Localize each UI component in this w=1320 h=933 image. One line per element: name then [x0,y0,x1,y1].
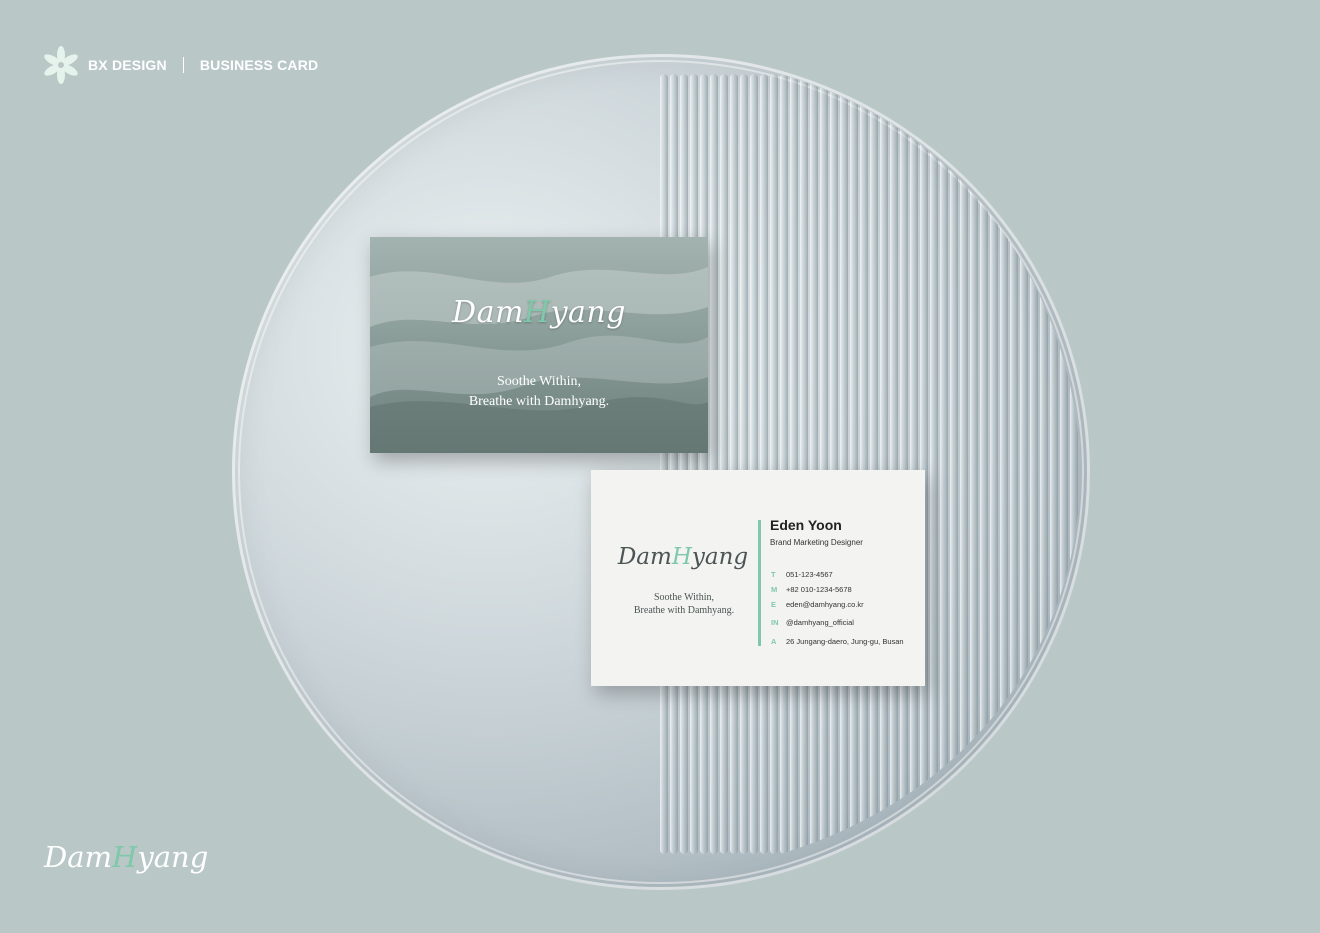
glass-flute [750,74,758,854]
glass-flute [700,74,708,854]
contact-value: @damhyang_official [786,618,854,627]
glass-flute [740,74,748,854]
contact-name: Eden Yoon [770,517,842,533]
logo-text-yang: yang [691,544,749,570]
glass-flute [1040,74,1048,854]
glass-flute [1050,74,1058,854]
glass-flute [690,74,698,854]
glass-flute [1030,74,1038,854]
glass-flute [760,74,768,854]
logo-text-dam: Dam [617,544,672,570]
glass-flute [850,74,858,854]
glass-flute [960,74,968,854]
contact-instagram: IN @damhyang_official [771,618,854,627]
glass-flute [840,74,848,854]
glass-flute [990,74,998,854]
tagline-line-1: Soothe Within, [497,374,581,389]
glass-flute [790,74,798,854]
contact-role: Brand Marketing Designer [770,538,863,547]
tagline-line-1: Soothe Within, [654,592,714,603]
glass-flute [660,74,668,854]
glass-flute [1060,74,1068,854]
contact-value: 051-123-4567 [786,570,833,579]
header-divider [182,57,184,73]
contact-email: E eden@damhyang.co.kr [771,600,864,609]
logo-text-h: H [523,295,551,330]
glass-flute [1010,74,1018,854]
contact-value: eden@damhyang.co.kr [786,600,864,609]
glass-flute [980,74,988,854]
logo-text-yang: yang [550,295,626,330]
contact-key: T [771,570,776,579]
header-label-business-card: BUSINESS CARD [199,57,319,73]
glass-flute [730,74,738,854]
footer-brand-logo: DamHyang [44,840,208,874]
glass-flute [810,74,818,854]
glass-flute [720,74,728,854]
flower-icon [44,46,78,84]
contact-key: A [771,637,777,646]
glass-flute [870,74,878,854]
logo-text-h: H [671,544,692,570]
glass-flute [920,74,928,854]
business-card-back: DamHyang Soothe Within, Breathe with Dam… [591,470,925,686]
glass-flute [820,74,828,854]
glass-flute [1000,74,1008,854]
tagline-line-2: Breathe with Damhyang. [633,605,735,616]
glass-flute [860,74,868,854]
logo-text-dam: Dam [44,840,113,874]
logo-text-dam: Dam [452,295,524,330]
contact-key: M [771,585,778,594]
glass-flute [1070,74,1078,854]
glass-flute [710,74,718,854]
business-card-front: DamHyang Soothe Within, Breathe with Dam… [370,237,708,453]
card-front-tagline: Soothe Within, Breathe with Damhyang. [370,372,708,412]
smoke-texture [370,267,708,453]
tagline-line-2: Breathe with Damhyang. [468,394,610,409]
contact-phone: T 051-123-4567 [771,570,833,579]
contact-address: A 26 Jungang-daero, Jung-gu, Busan [771,637,904,646]
glass-flute [880,74,888,854]
card-back-logo: DamHyang [615,544,751,570]
glass-flute [770,74,778,854]
glass-flute [680,74,688,854]
glass-flute [950,74,958,854]
glass-flute [890,74,898,854]
glass-flute [800,74,808,854]
fluted-glass-panel [660,74,1078,854]
glass-flute [910,74,918,854]
glass-flute [930,74,938,854]
header: BX DESIGN BUSINESS CARD [44,44,318,86]
glass-flute [940,74,948,854]
glass-flute [830,74,838,854]
card-back-tagline: Soothe Within, Breathe with Damhyang. [611,591,757,617]
glass-flute [1020,74,1028,854]
logo-text-h: H [112,840,138,874]
contact-key: E [771,600,777,609]
contact-mobile: M +82 010-1234-5678 [771,585,852,594]
glass-flute [780,74,788,854]
glass-flute [900,74,908,854]
contact-value: +82 010-1234-5678 [786,585,852,594]
contact-key: IN [771,618,779,627]
accent-divider [758,520,761,646]
contact-value: 26 Jungang-daero, Jung-gu, Busan [786,637,904,646]
glass-flute [670,74,678,854]
logo-text-yang: yang [137,840,209,874]
glass-flute [970,74,978,854]
header-label-bx-design: BX DESIGN [88,57,167,73]
card-front-logo: DamHyang [370,295,708,330]
